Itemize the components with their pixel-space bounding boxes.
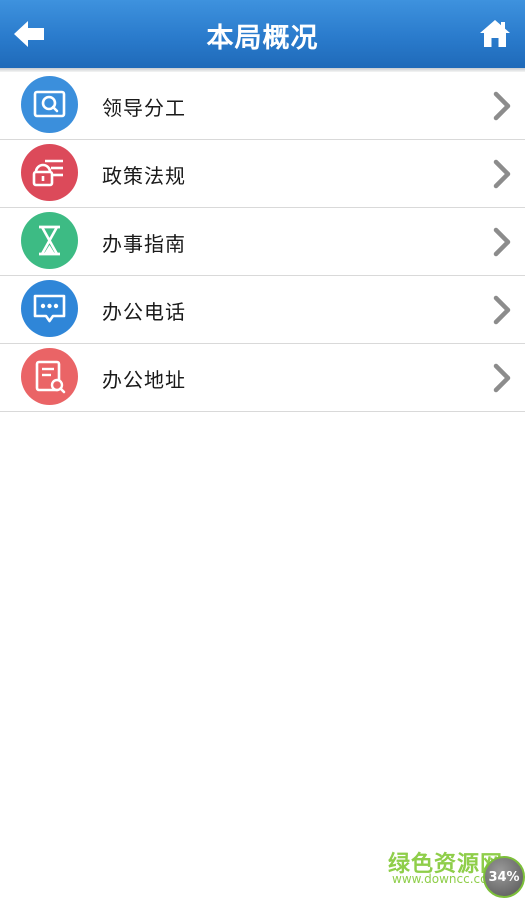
chevron-right-icon — [493, 159, 511, 189]
progress-badge-value: 34% — [488, 870, 520, 885]
home-button[interactable] — [479, 18, 511, 48]
menu-item-office-address[interactable]: 办公地址 — [0, 344, 525, 412]
hourglass-icon — [39, 225, 60, 256]
page-title: 本局概况 — [206, 23, 319, 54]
menu-item-policies-regulations[interactable]: 政策法规 — [0, 140, 525, 208]
menu-item-label: 办事指南 — [102, 232, 186, 256]
menu-item-label: 办公电话 — [102, 300, 186, 324]
icon-badge — [21, 76, 78, 133]
menu-item-label: 政策法规 — [102, 164, 186, 188]
search-document-icon — [33, 90, 66, 118]
chevron-right-icon — [493, 363, 511, 393]
chat-bubble-icon — [33, 294, 66, 323]
document-search-icon — [35, 360, 66, 394]
menu-item-office-phone[interactable]: 办公电话 — [0, 276, 525, 344]
icon-badge — [21, 280, 78, 337]
chevron-right-icon — [493, 227, 511, 257]
app-header: 本局概况 — [0, 0, 525, 69]
menu-item-service-guide[interactable]: 办事指南 — [0, 208, 525, 276]
menu-item-label: 办公地址 — [102, 368, 186, 392]
menu-list: 领导分工 政策法规 办事指南 办公电话 办公地址 — [0, 72, 525, 412]
icon-badge — [21, 212, 78, 269]
lock-list-icon — [32, 159, 63, 187]
menu-item-label: 领导分工 — [102, 96, 186, 120]
icon-badge — [21, 348, 78, 405]
home-icon — [480, 20, 510, 47]
icon-badge — [21, 144, 78, 201]
chevron-right-icon — [493, 295, 511, 325]
progress-badge[interactable]: 34% — [483, 856, 525, 898]
menu-item-leader-division[interactable]: 领导分工 — [0, 72, 525, 140]
chevron-right-icon — [493, 91, 511, 121]
